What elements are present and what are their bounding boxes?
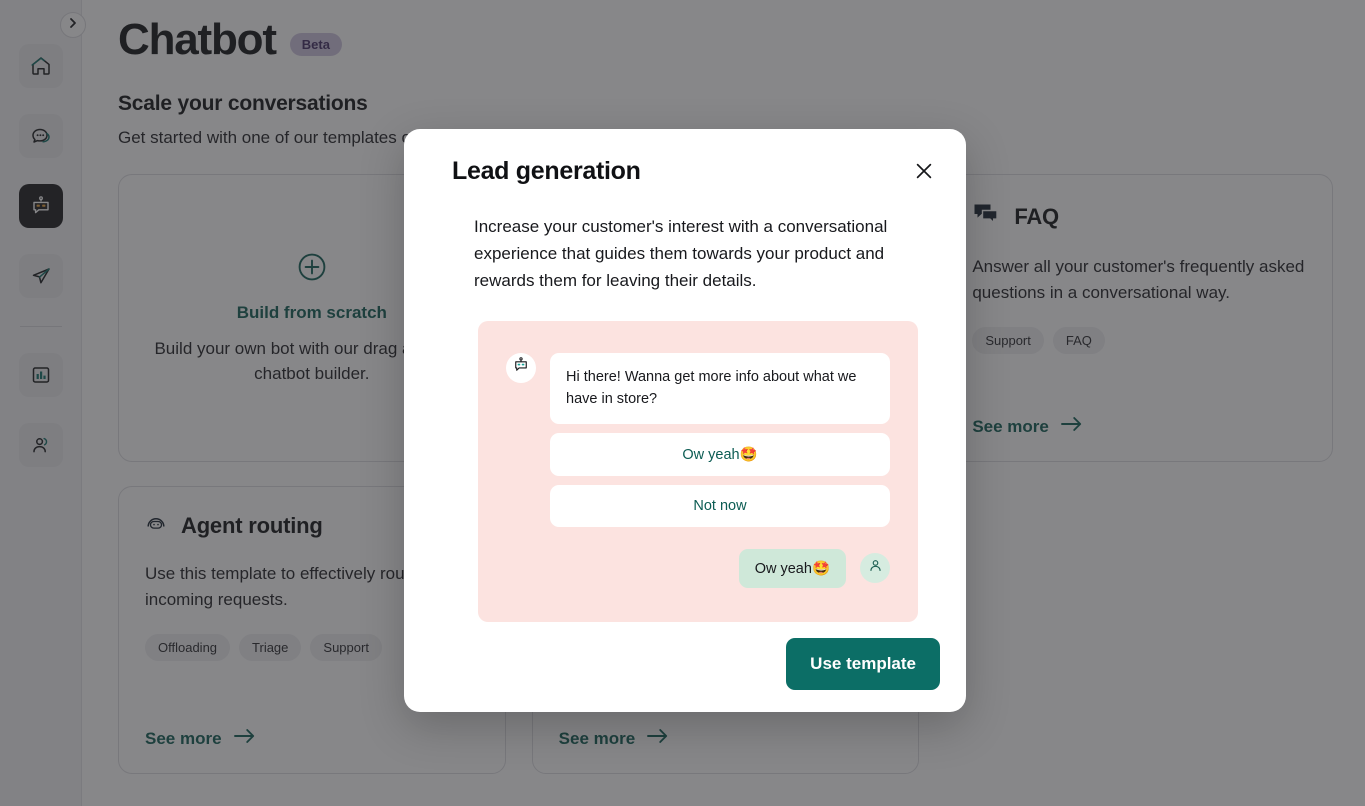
use-template-button[interactable]: Use template	[786, 638, 940, 690]
close-icon	[914, 161, 934, 186]
user-message-row: Ow yeah🤩	[506, 548, 890, 588]
modal-footer: Use template	[430, 638, 940, 690]
chat-preview: Hi there! Wanna get more info about what…	[478, 320, 918, 622]
app-window: Chatbot Beta Scale your conversations Ge…	[0, 0, 1365, 806]
bot-message-bubble: Hi there! Wanna get more info about what…	[550, 352, 890, 424]
modal-header: Lead generation	[430, 155, 940, 187]
bot-message-row: Hi there! Wanna get more info about what…	[506, 352, 890, 424]
lead-generation-modal: Lead generation Increase your customer's…	[404, 129, 966, 712]
user-avatar-icon	[867, 557, 884, 579]
close-button[interactable]	[910, 159, 938, 187]
chatbot-avatar-icon	[512, 356, 530, 379]
user-message-bubble: Ow yeah🤩	[738, 548, 846, 588]
modal-description: Increase your customer's interest with a…	[474, 217, 888, 291]
modal-title: Lead generation	[452, 157, 641, 185]
bot-avatar	[506, 352, 536, 383]
user-avatar	[860, 553, 890, 583]
quick-reply-option[interactable]: Not now	[550, 484, 890, 527]
quick-reply-option[interactable]: Ow yeah🤩	[550, 432, 890, 476]
